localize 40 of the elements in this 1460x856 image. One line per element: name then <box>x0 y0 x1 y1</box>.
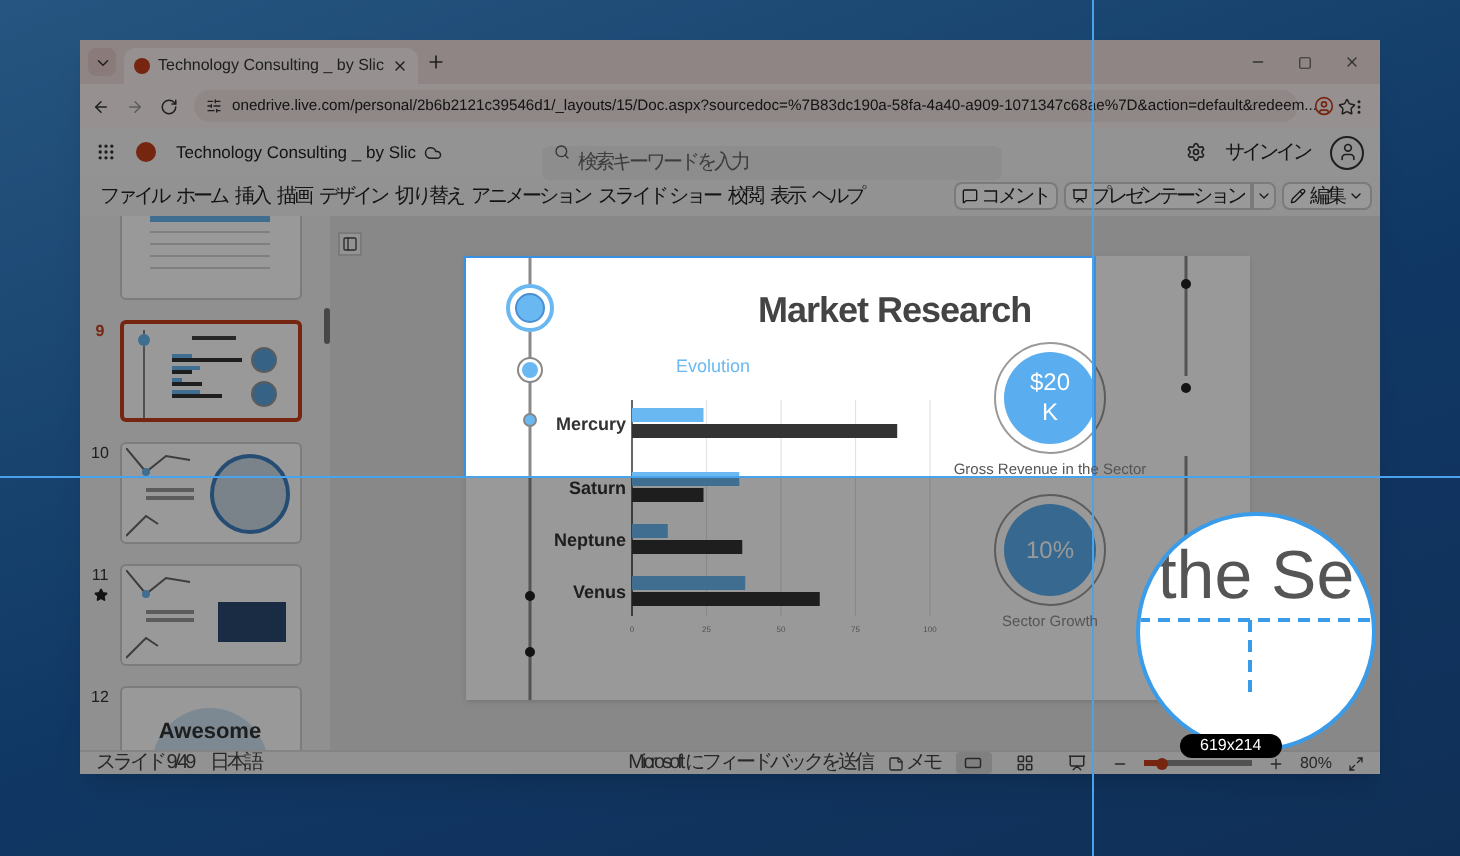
stat-value: 10% <box>1023 535 1077 565</box>
ribbon-tab[interactable]: スライド ショー <box>598 181 720 211</box>
browser-tab[interactable]: Technology Consulting _ by Slic <box>124 48 418 84</box>
slide-title: Market Research <box>758 288 1032 334</box>
ribbon-tab[interactable]: ヘルプ <box>811 181 863 211</box>
ribbon-tab[interactable]: 表示 <box>769 181 804 211</box>
language[interactable]: 日本語 <box>209 751 261 775</box>
feedback-link[interactable]: Microsoft にフィードバックを送信 <box>628 751 872 775</box>
magnified-text: the Se <box>1157 540 1355 612</box>
edit-button[interactable]: 編集 <box>1282 182 1372 210</box>
category-label: Mercury <box>555 414 626 434</box>
slide-number: 12 <box>91 686 109 710</box>
slide-thumbnail[interactable]: Awesome <box>120 686 302 750</box>
slide-number: 10 <box>91 442 109 466</box>
ribbon-tab[interactable]: 描画 <box>277 181 311 211</box>
comment-button[interactable]: コメント <box>953 182 1057 210</box>
slide-number: 9 <box>95 320 105 344</box>
tab-title: Technology Consulting _ by Slic <box>158 54 384 78</box>
slide-position: スライド 9/49 <box>96 751 194 775</box>
ribbon-tab[interactable]: ホーム <box>176 181 227 211</box>
chart-title: Evolution <box>676 354 751 380</box>
ribbon-tab[interactable]: 挿入 <box>235 181 269 211</box>
category-label: Saturn <box>568 478 626 498</box>
ribbon-tab[interactable]: 切り替え <box>395 181 463 211</box>
notes-button[interactable]: メモ <box>887 751 940 775</box>
ribbon-tab[interactable]: 校閲 <box>727 181 762 211</box>
thumbnail-title: Awesome <box>158 718 262 746</box>
category-label: Venus <box>572 582 626 602</box>
selection-size-badge: 619x214 <box>1180 734 1282 758</box>
document-title[interactable]: Technology Consulting _ by Slic <box>176 139 417 165</box>
present-button[interactable]: プレゼンテーション <box>1063 182 1252 210</box>
sign-in-link[interactable]: サインイン <box>1225 137 1310 167</box>
ribbon-tab[interactable]: デザイン <box>319 181 387 211</box>
category-label: Neptune <box>554 530 626 550</box>
zoom-level[interactable]: 80% <box>1299 751 1332 775</box>
ribbon-tab[interactable]: ファイル <box>100 181 168 211</box>
stat-value: $20 K <box>1027 368 1073 428</box>
search-field[interactable]: 検索キーワードを入力 <box>542 145 1003 179</box>
slide-number: 11 <box>91 564 109 588</box>
ribbon-tab[interactable]: アニメーション <box>471 181 590 211</box>
